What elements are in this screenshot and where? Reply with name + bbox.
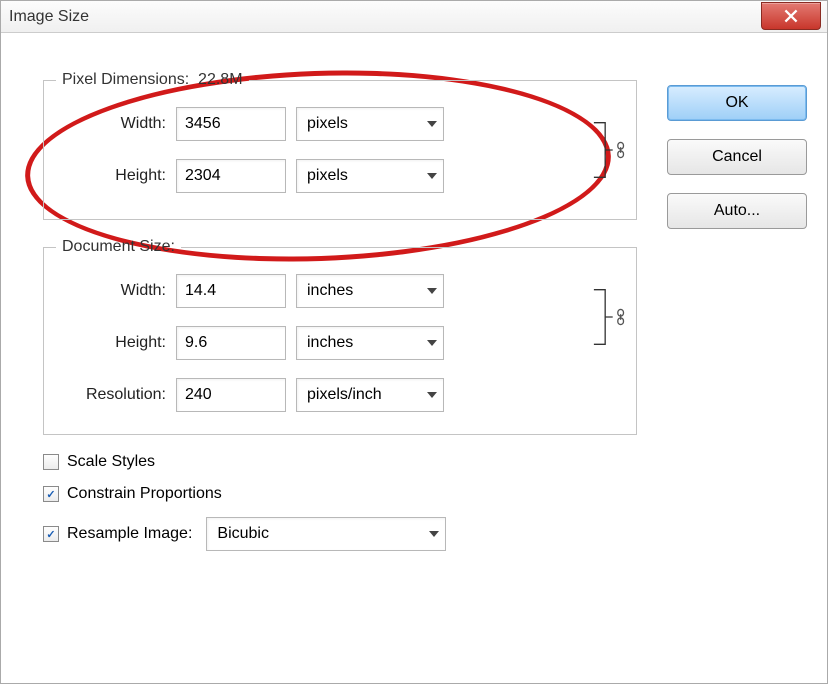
ok-button-label: OK <box>725 94 748 112</box>
constrain-proportions-label: Constrain Proportions <box>67 485 222 503</box>
doc-height-unit-select[interactable]: inches <box>296 326 444 360</box>
image-size-dialog: Image Size Pixel Dimensions: 22.8M Width… <box>0 0 828 684</box>
cancel-button[interactable]: Cancel <box>667 139 807 175</box>
resample-image-checkbox[interactable] <box>43 526 59 542</box>
doc-height-unit-value: inches <box>307 334 353 352</box>
doc-height-label: Height: <box>56 334 166 352</box>
pixel-dimensions-legend: Pixel Dimensions: 22.8M <box>56 71 249 89</box>
resolution-unit-select[interactable]: pixels/inch <box>296 378 444 412</box>
px-width-unit-value: pixels <box>307 115 348 133</box>
resample-image-label: Resample Image: <box>67 525 192 543</box>
window-title: Image Size <box>9 8 89 26</box>
px-height-label: Height: <box>56 167 166 185</box>
resample-method-value: Bicubic <box>217 525 269 543</box>
link-bracket-icon <box>592 286 613 348</box>
chain-icon <box>615 308 626 326</box>
cancel-button-label: Cancel <box>712 148 762 166</box>
px-height-input[interactable] <box>176 159 286 193</box>
scale-styles-label: Scale Styles <box>67 453 155 471</box>
auto-button[interactable]: Auto... <box>667 193 807 229</box>
chevron-down-icon <box>427 392 437 398</box>
auto-button-label: Auto... <box>714 202 760 220</box>
px-height-unit-select[interactable]: pixels <box>296 159 444 193</box>
px-width-unit-select[interactable]: pixels <box>296 107 444 141</box>
chevron-down-icon <box>427 288 437 294</box>
doc-width-label: Width: <box>56 282 166 300</box>
resolution-input[interactable] <box>176 378 286 412</box>
scale-styles-checkbox[interactable] <box>43 454 59 470</box>
px-width-input[interactable] <box>176 107 286 141</box>
doc-width-unit-select[interactable]: inches <box>296 274 444 308</box>
px-height-unit-value: pixels <box>307 167 348 185</box>
resolution-label: Resolution: <box>56 386 166 404</box>
resolution-unit-value: pixels/inch <box>307 386 382 404</box>
link-bracket-icon <box>592 119 613 181</box>
chevron-down-icon <box>427 121 437 127</box>
titlebar: Image Size <box>1 1 827 33</box>
chevron-down-icon <box>427 173 437 179</box>
close-button[interactable] <box>761 2 821 30</box>
doc-width-input[interactable] <box>176 274 286 308</box>
document-size-legend: Document Size: <box>56 238 181 256</box>
chevron-down-icon <box>427 340 437 346</box>
px-width-label: Width: <box>56 115 166 133</box>
doc-width-unit-value: inches <box>307 282 353 300</box>
close-icon <box>784 9 798 23</box>
pixel-dimensions-group: Pixel Dimensions: 22.8M Width: pixels He… <box>43 71 637 220</box>
chevron-down-icon <box>429 531 439 537</box>
doc-height-input[interactable] <box>176 326 286 360</box>
document-size-group: Document Size: Width: inches Height: <box>43 238 637 435</box>
resample-method-select[interactable]: Bicubic <box>206 517 446 551</box>
constrain-proportions-checkbox[interactable] <box>43 486 59 502</box>
chain-icon <box>615 141 626 159</box>
ok-button[interactable]: OK <box>667 85 807 121</box>
